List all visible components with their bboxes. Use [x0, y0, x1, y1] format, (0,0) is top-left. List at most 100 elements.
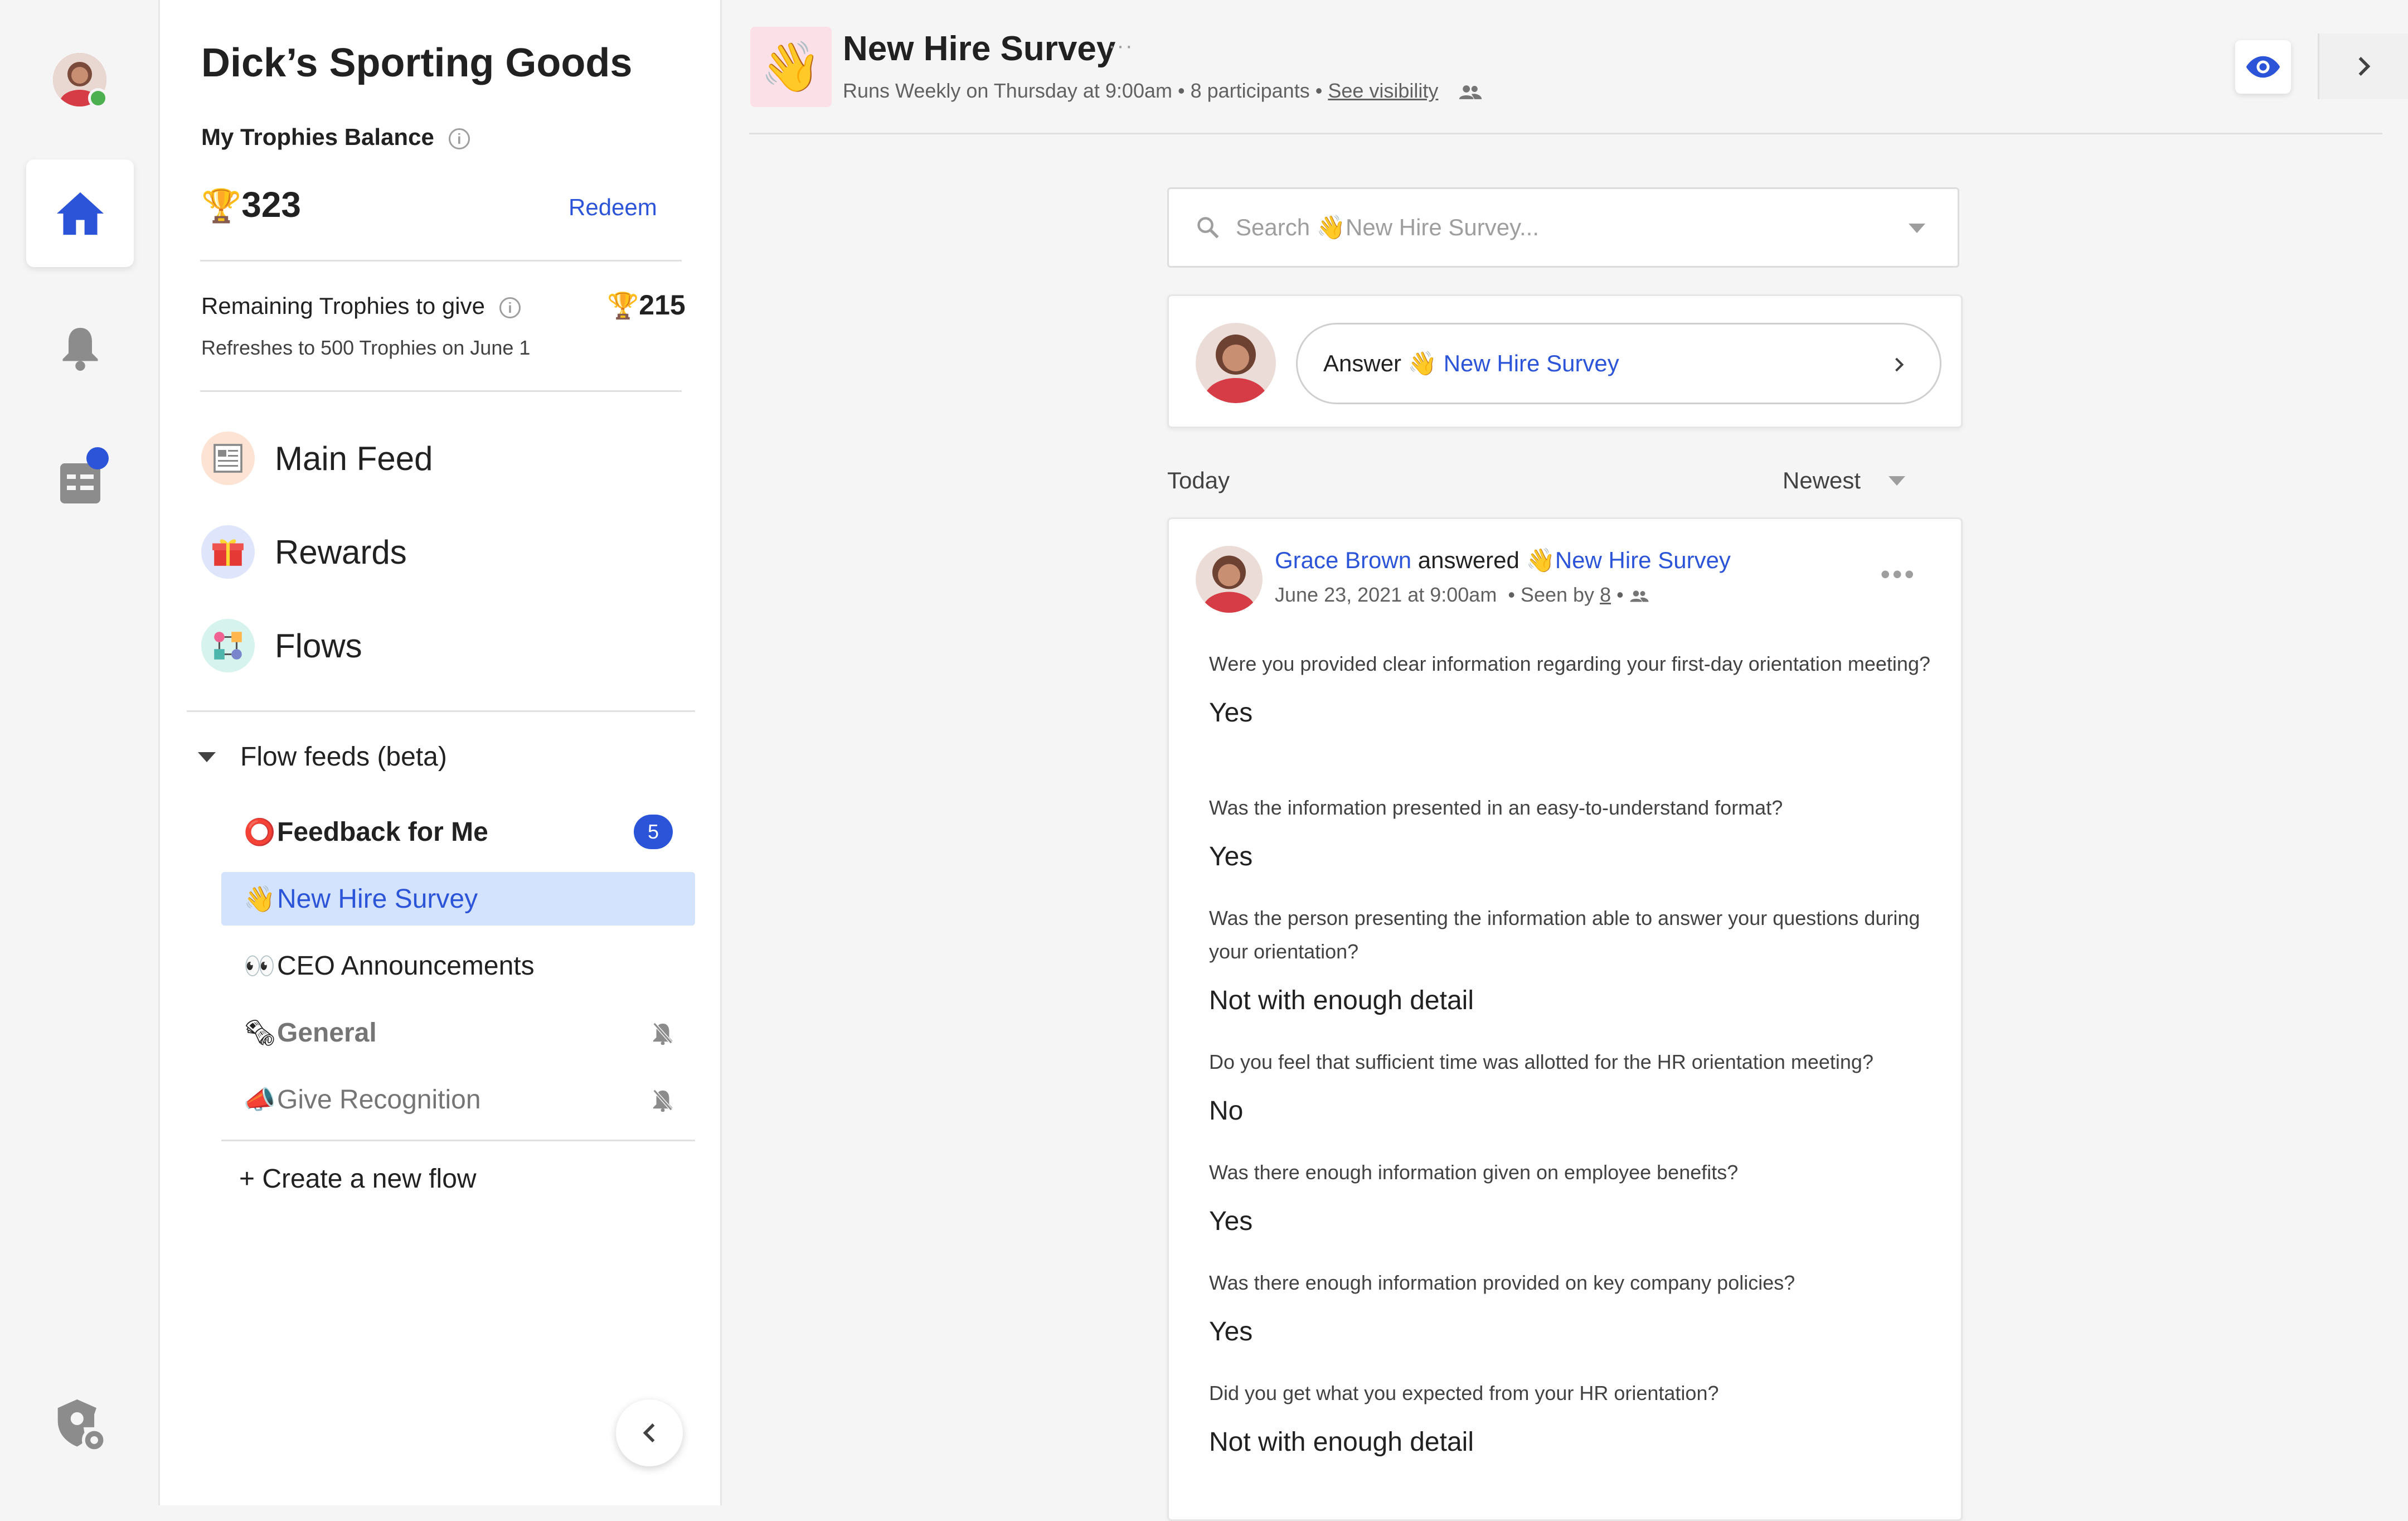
- people-icon: [1630, 590, 1649, 602]
- answer-prefix: Answer: [1323, 350, 1402, 376]
- expand-panel-button[interactable]: [2318, 33, 2408, 99]
- page-title: New Hire Survey: [843, 30, 1116, 68]
- flow-emoji: 🗞: [244, 1018, 276, 1047]
- header-divider: [749, 133, 2382, 134]
- search-flow-emoji: 👋: [1316, 214, 1346, 240]
- home-icon: [56, 192, 104, 235]
- flow-name-link[interactable]: New Hire Survey: [1555, 547, 1731, 573]
- people-icon: [1459, 85, 1482, 100]
- tasks-button[interactable]: [26, 427, 134, 535]
- nav-main-feed[interactable]: Main Feed: [201, 428, 433, 489]
- caret-down-icon: [198, 752, 216, 762]
- flow-emoji: 👋: [244, 884, 276, 913]
- divider: [200, 390, 682, 392]
- sort-value: Newest: [1783, 467, 1861, 493]
- see-visibility-link[interactable]: See visibility: [1328, 79, 1438, 102]
- flow-emoji: ⭕: [244, 817, 276, 846]
- post-heading: Grace Brown answered 👋New Hire Survey: [1275, 547, 1731, 574]
- seen-by-count-link[interactable]: 8: [1600, 583, 1611, 606]
- seen-by-separator: •: [1616, 583, 1624, 606]
- flows-icon: [201, 619, 255, 672]
- remaining-trophies-label: Remaining Trophies to give i: [201, 293, 521, 319]
- post-options-button[interactable]: •••: [1880, 558, 1916, 590]
- flow-emoji: 📣: [244, 1084, 276, 1114]
- post-date: June 23, 2021 at 9:00am: [1275, 583, 1497, 606]
- search-dropdown-icon[interactable]: [1909, 224, 1925, 233]
- online-status-dot: [88, 88, 108, 108]
- question: Was there enough information provided on…: [1209, 1271, 1795, 1294]
- more-options-button[interactable]: ···: [1108, 33, 1134, 59]
- info-icon[interactable]: i: [448, 128, 470, 149]
- flow-search-input[interactable]: Search 👋New Hire Survey...: [1167, 187, 1959, 268]
- author-name-link[interactable]: Grace Brown: [1275, 547, 1411, 573]
- search-placeholder-prefix: Search: [1236, 214, 1310, 240]
- admin-settings-button[interactable]: [54, 1397, 109, 1453]
- newspaper-icon: [201, 432, 255, 485]
- post-verb: answered: [1417, 547, 1519, 573]
- bell-icon: [62, 327, 98, 371]
- notifications-button[interactable]: [26, 293, 134, 401]
- answer-flow-button[interactable]: Answer 👋 New Hire Survey: [1296, 323, 1941, 404]
- home-button[interactable]: [26, 159, 134, 267]
- chevron-right-icon: [2358, 57, 2370, 76]
- flow-label: CEO Announcements: [277, 951, 535, 981]
- sort-dropdown[interactable]: Newest: [1783, 467, 1906, 494]
- qa-item: Was the information presented in an easy…: [1209, 791, 1934, 872]
- unread-count-badge: 5: [634, 815, 673, 849]
- answer: Not with enough detail: [1209, 986, 1474, 1015]
- flow-item-general[interactable]: 🗞 General: [221, 1006, 695, 1059]
- trophy-icon: 🏆: [607, 291, 639, 320]
- post-card: Grace Brown answered 👋New Hire Survey Ju…: [1167, 517, 1963, 1521]
- qa-item: Were you provided clear information rega…: [1209, 647, 1934, 728]
- user-avatar: [1196, 323, 1276, 403]
- search-icon: [1197, 217, 1219, 239]
- flow-label: Feedback for Me: [277, 817, 488, 847]
- post-meta: June 23, 2021 at 9:00am • Seen by 8 •: [1275, 583, 1649, 607]
- seen-by-label: • Seen by: [1508, 583, 1595, 606]
- nav-label: Main Feed: [275, 439, 433, 477]
- search-placeholder-flow: New Hire Survey...: [1346, 214, 1540, 240]
- question: Was the person presenting the informatio…: [1209, 907, 1920, 963]
- flow-schedule: Runs Weekly on Thursday at 9:00am • 8 pa…: [843, 79, 1483, 103]
- flow-item-give-recognition[interactable]: 📣 Give Recognition: [221, 1073, 695, 1126]
- flow-schedule-text: Runs Weekly on Thursday at 9:00am • 8 pa…: [843, 79, 1328, 102]
- muted-bell-icon[interactable]: [652, 1088, 674, 1112]
- feed-section-label: Today: [1167, 467, 1230, 493]
- answer-flow-emoji: 👋: [1407, 350, 1438, 376]
- flow-header: 👋 New Hire Survey ··· Runs Weekly on Thu…: [724, 0, 2408, 134]
- question: Did you get what you expected from your …: [1209, 1382, 1719, 1404]
- answer: Yes: [1209, 1207, 1253, 1236]
- collapse-sidebar-button[interactable]: [616, 1399, 683, 1466]
- refresh-note: Refreshes to 500 Trophies on June 1: [201, 336, 531, 359]
- flow-item-new-hire-survey[interactable]: 👋 New Hire Survey: [221, 872, 695, 926]
- flow-feeds-toggle[interactable]: Flow feeds (beta): [198, 742, 447, 772]
- redeem-link[interactable]: Redeem: [569, 194, 657, 221]
- remaining-trophies-value: 215: [639, 289, 686, 321]
- eye-icon: [2246, 56, 2280, 78]
- nav-label: Rewards: [275, 533, 407, 571]
- question: Were you provided clear information rega…: [1209, 652, 1930, 675]
- divider: [187, 710, 695, 712]
- divider: [221, 1140, 695, 1141]
- nav-flows[interactable]: Flows: [201, 615, 362, 676]
- remaining-trophies-text: Remaining Trophies to give: [201, 293, 485, 319]
- flow-feeds-title: Flow feeds (beta): [240, 742, 447, 772]
- muted-bell-icon[interactable]: [652, 1021, 674, 1045]
- flow-label: General: [277, 1018, 377, 1048]
- shield-gear-icon: [57, 1399, 107, 1453]
- view-as-button[interactable]: [2235, 40, 2291, 94]
- trophy-icon: 🏆: [201, 188, 242, 224]
- question: Was there enough information given on em…: [1209, 1161, 1739, 1184]
- flow-label: Give Recognition: [277, 1084, 481, 1115]
- caret-down-icon: [1888, 476, 1906, 486]
- nav-rewards[interactable]: Rewards: [201, 521, 407, 583]
- trophies-balance-text: My Trophies Balance: [201, 124, 434, 150]
- create-flow-button[interactable]: + Create a new flow: [239, 1164, 477, 1194]
- info-icon[interactable]: i: [499, 297, 521, 318]
- flow-emoji: 👀: [244, 951, 276, 980]
- flow-item-feedback-for-me[interactable]: ⭕ Feedback for Me 5: [221, 805, 695, 859]
- answer: Yes: [1209, 698, 1253, 728]
- question: Do you feel that sufficient time was all…: [1209, 1050, 1873, 1073]
- flow-item-ceo-announcements[interactable]: 👀 CEO Announcements: [221, 939, 695, 992]
- author-avatar[interactable]: [1196, 546, 1263, 613]
